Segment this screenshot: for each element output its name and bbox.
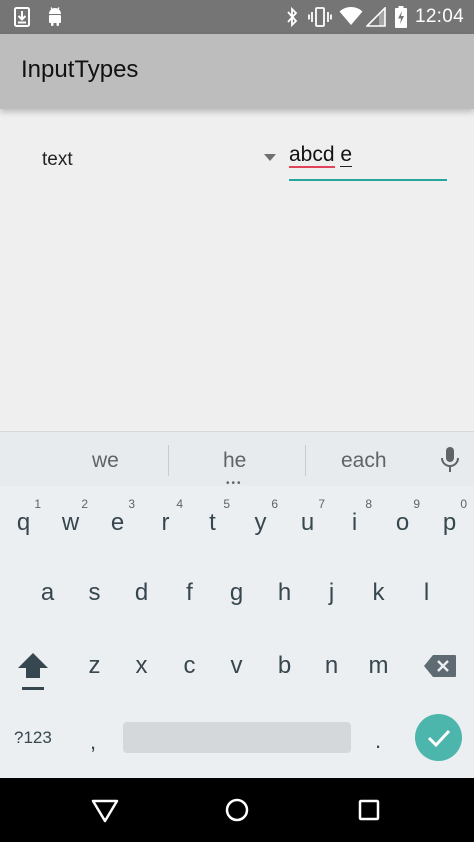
key-i[interactable]: i8 bbox=[331, 494, 378, 552]
download-icon bbox=[14, 7, 30, 27]
wifi-icon bbox=[339, 7, 363, 25]
key-o[interactable]: o9 bbox=[379, 494, 426, 552]
key-c[interactable]: c bbox=[166, 637, 213, 695]
recents-icon[interactable] bbox=[358, 799, 380, 821]
key-n[interactable]: n bbox=[308, 637, 355, 695]
key-label: r bbox=[161, 509, 170, 536]
key-hint: 1 bbox=[34, 497, 41, 511]
key-g[interactable]: g bbox=[213, 564, 260, 622]
suggestion-divider bbox=[168, 445, 169, 476]
suggestion-divider bbox=[305, 445, 306, 476]
key-l[interactable]: l bbox=[403, 564, 450, 622]
input-underline bbox=[289, 179, 447, 181]
comma-key[interactable]: , bbox=[90, 729, 96, 755]
key-hint: 6 bbox=[271, 497, 278, 511]
done-button[interactable] bbox=[415, 714, 462, 761]
battery-charging-icon bbox=[395, 6, 407, 28]
shift-icon[interactable] bbox=[16, 651, 50, 691]
key-p[interactable]: p0 bbox=[426, 494, 473, 552]
navigation-bar bbox=[0, 778, 474, 842]
backspace-icon[interactable] bbox=[423, 654, 457, 678]
key-v[interactable]: v bbox=[213, 637, 260, 695]
space-bar[interactable] bbox=[123, 722, 351, 753]
key-y[interactable]: y6 bbox=[237, 494, 284, 552]
checkmark-icon bbox=[427, 729, 451, 748]
signal-icon bbox=[366, 7, 386, 27]
key-label: q bbox=[16, 509, 31, 536]
key-t[interactable]: t5 bbox=[189, 494, 236, 552]
suggestion-right[interactable]: each bbox=[341, 449, 387, 473]
vibrate-icon bbox=[308, 7, 332, 27]
suggestion-left[interactable]: we bbox=[92, 449, 119, 473]
key-label: e bbox=[110, 509, 125, 536]
key-m[interactable]: m bbox=[355, 637, 402, 695]
key-w[interactable]: w2 bbox=[47, 494, 94, 552]
key-q[interactable]: q1 bbox=[0, 494, 47, 552]
key-d[interactable]: d bbox=[118, 564, 165, 622]
key-u[interactable]: u7 bbox=[284, 494, 331, 552]
content-area: text abcd e bbox=[0, 109, 474, 431]
key-hint: 5 bbox=[223, 497, 230, 511]
key-h[interactable]: h bbox=[261, 564, 308, 622]
key-label: u bbox=[300, 509, 315, 536]
key-x[interactable]: x bbox=[118, 637, 165, 695]
key-label: p bbox=[442, 509, 457, 536]
back-icon[interactable] bbox=[91, 799, 119, 823]
text-input-value[interactable]: abcd e bbox=[289, 143, 353, 168]
app-screen: 12:04 InputTypes text abcd e we he ••• e… bbox=[0, 0, 474, 842]
key-hint: 7 bbox=[318, 497, 325, 511]
home-icon[interactable] bbox=[225, 798, 249, 822]
app-title: InputTypes bbox=[21, 56, 139, 83]
key-hint: 4 bbox=[176, 497, 183, 511]
key-z[interactable]: z bbox=[71, 637, 118, 695]
key-label: o bbox=[395, 509, 410, 536]
key-hint: 0 bbox=[460, 497, 467, 511]
key-k[interactable]: k bbox=[355, 564, 402, 622]
key-hint: 2 bbox=[81, 497, 88, 511]
key-hint: 9 bbox=[413, 497, 420, 511]
misspelled-word: abcd bbox=[289, 143, 335, 168]
key-label: i bbox=[351, 509, 358, 536]
microphone-icon[interactable] bbox=[439, 446, 461, 474]
key-e[interactable]: e3 bbox=[94, 494, 141, 552]
suggestion-center[interactable]: he bbox=[223, 449, 246, 473]
key-r[interactable]: r4 bbox=[142, 494, 189, 552]
soft-keyboard: we he ••• each q1 w2 e3 r4 t5 y6 u7 i8 o… bbox=[0, 431, 474, 778]
key-s[interactable]: s bbox=[71, 564, 118, 622]
key-j[interactable]: j bbox=[308, 564, 355, 622]
app-bar: InputTypes bbox=[0, 34, 474, 109]
key-f[interactable]: f bbox=[166, 564, 213, 622]
android-icon bbox=[49, 7, 61, 26]
key-hint: 8 bbox=[365, 497, 372, 511]
composing-word: e bbox=[340, 143, 353, 167]
input-type-label[interactable]: text bbox=[42, 149, 73, 171]
more-suggestions-icon[interactable]: ••• bbox=[226, 479, 243, 489]
key-a[interactable]: a bbox=[24, 564, 71, 622]
period-key[interactable]: . bbox=[375, 728, 381, 754]
status-time: 12:04 bbox=[414, 6, 464, 27]
symbols-key[interactable]: ?123 bbox=[14, 728, 52, 748]
key-label: t bbox=[209, 509, 216, 536]
key-label: y bbox=[254, 509, 267, 536]
dropdown-arrow-icon[interactable] bbox=[264, 154, 276, 161]
key-label: w bbox=[61, 509, 80, 536]
suggestion-strip: we he ••• each bbox=[0, 431, 474, 489]
key-hint: 3 bbox=[128, 497, 135, 511]
bluetooth-icon bbox=[287, 7, 298, 27]
key-b[interactable]: b bbox=[261, 637, 308, 695]
text-input-field[interactable]: abcd e bbox=[289, 137, 447, 181]
status-bar: 12:04 bbox=[0, 0, 474, 34]
